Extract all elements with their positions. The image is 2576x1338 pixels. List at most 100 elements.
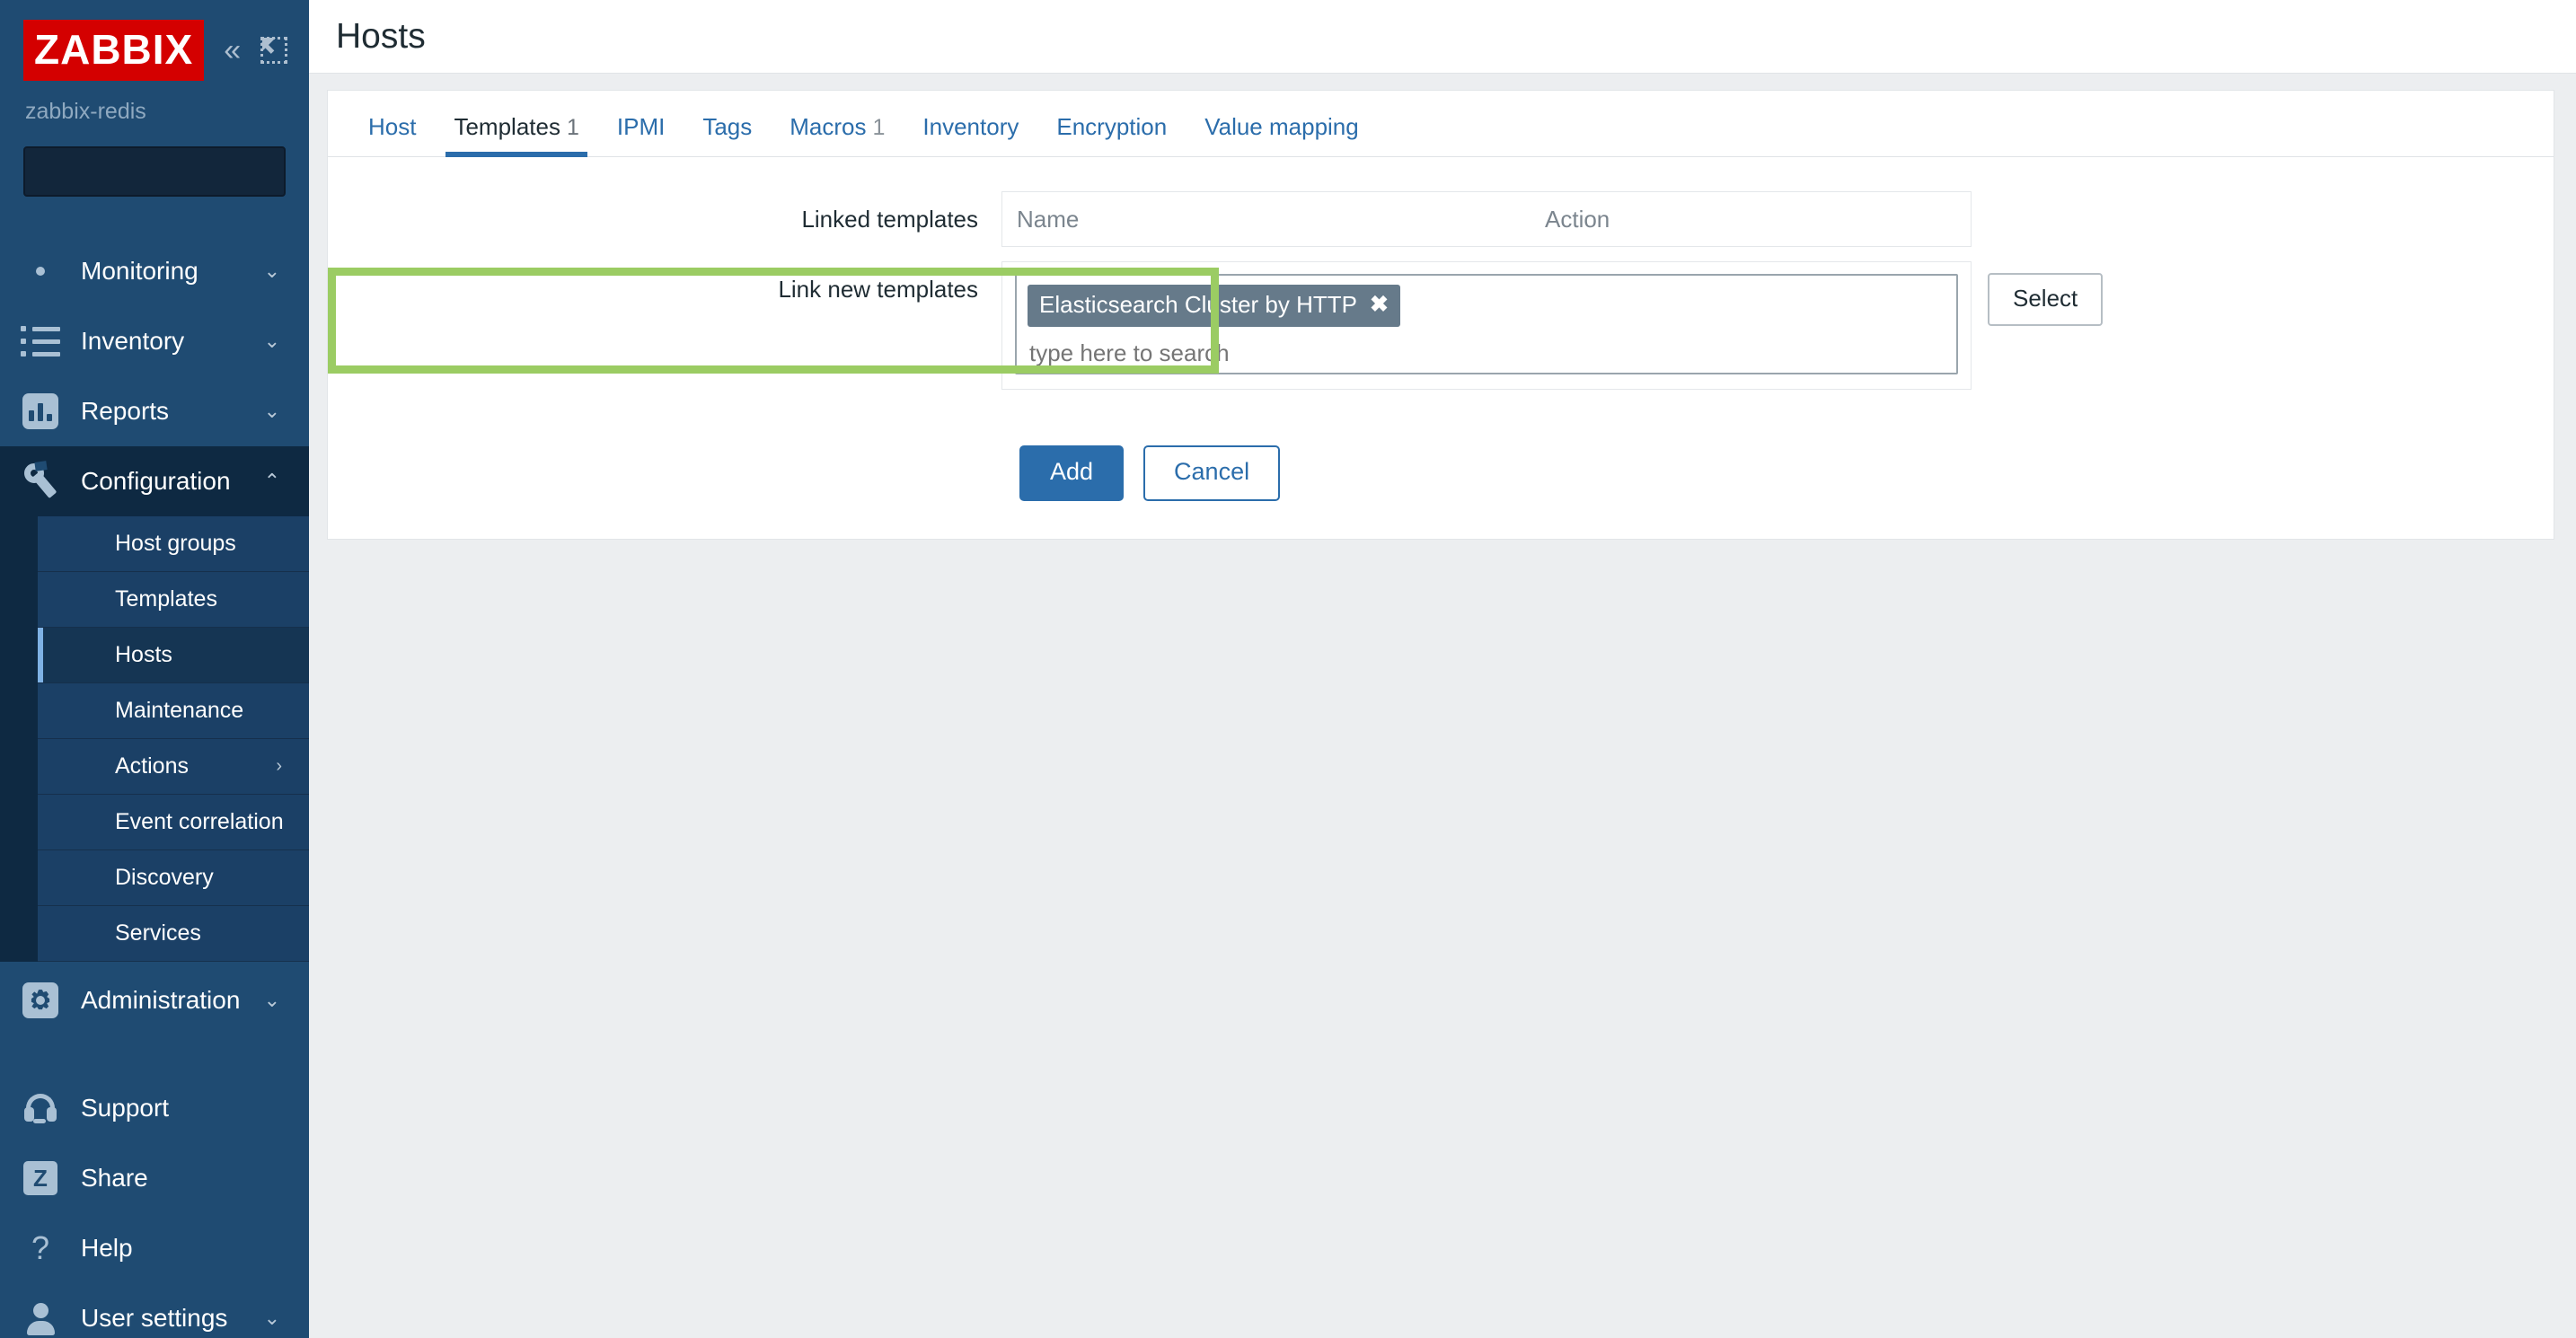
tab-inventory[interactable]: Inventory (904, 113, 1037, 156)
chevron-double-left-icon[interactable]: « (224, 35, 241, 66)
configuration-submenu: Host groups Templates Hosts Maintenance … (0, 516, 309, 962)
sidebar-item-configuration[interactable]: Configuration ⌃ (0, 446, 309, 516)
tab-count: 1 (566, 115, 579, 140)
main-area: Hosts Host Templates 1 IPMI Tags Macros … (309, 0, 2576, 1338)
sidebar-item-templates[interactable]: Templates (38, 572, 309, 628)
eye-icon (20, 251, 61, 292)
templates-form: Linked templates Name Action Link new te… (328, 157, 2554, 501)
template-chip[interactable]: Elasticsearch Cluster by HTTP ✖ (1028, 285, 1400, 327)
chevron-down-icon[interactable]: ⌄ (264, 1308, 280, 1328)
question-mark-icon: ? (31, 1229, 50, 1266)
chevron-up-icon[interactable]: ⌃ (264, 471, 280, 491)
host-edit-card: Host Templates 1 IPMI Tags Macros 1 Inve… (327, 90, 2554, 540)
compact-glyph (260, 37, 288, 64)
linked-templates-label: Linked templates (801, 206, 978, 233)
sidebar-nav: Monitoring ⌄ Inventory ⌄ Reports ⌄ Confi… (0, 236, 309, 1338)
template-search-input[interactable] (1028, 339, 1945, 367)
sidebar-item-inventory[interactable]: Inventory ⌄ (0, 306, 309, 376)
zabbix-share-icon: Z (20, 1158, 61, 1199)
sidebar-header: ZABBIX « zabbix-redis (0, 0, 309, 197)
sidebar-item-label: User settings (81, 1304, 228, 1332)
sidebar-search (23, 146, 309, 197)
multiselect-container: Elasticsearch Cluster by HTTP ✖ (1001, 261, 1972, 390)
sidebar-item-administration[interactable]: Administration ⌄ (0, 965, 309, 1035)
sidebar-item-actions[interactable]: Actions › (38, 739, 309, 795)
sidebar: ZABBIX « zabbix-redis Monitoring ⌄ Inven… (0, 0, 309, 1338)
sidebar-item-event-correlation[interactable]: Event correlation (38, 795, 309, 850)
compact-view-icon[interactable] (260, 37, 288, 64)
tab-tags[interactable]: Tags (684, 113, 771, 156)
gear-icon (20, 980, 61, 1021)
sidebar-item-label: Reports (81, 397, 170, 425)
zabbix-logo[interactable]: ZABBIX (23, 20, 205, 81)
tab-label: Templates (454, 113, 560, 140)
submenu-label: Hosts (115, 642, 172, 667)
sidebar-item-maintenance[interactable]: Maintenance (38, 683, 309, 739)
chevron-down-icon[interactable]: ⌄ (264, 261, 280, 281)
add-button[interactable]: Add (1019, 445, 1125, 501)
tab-label: Host (368, 113, 417, 140)
sidebar-item-host-groups[interactable]: Host groups (38, 516, 309, 572)
sidebar-item-discovery[interactable]: Discovery (38, 850, 309, 906)
sidebar-item-user-settings[interactable]: User settings ⌄ (0, 1283, 309, 1338)
bar-chart-icon (20, 391, 61, 432)
submenu-label: Event correlation (115, 809, 284, 834)
tab-bar: Host Templates 1 IPMI Tags Macros 1 Inve… (328, 91, 2554, 157)
sidebar-item-support[interactable]: Support (0, 1073, 309, 1143)
chevron-down-icon[interactable]: ⌄ (264, 990, 280, 1010)
tab-templates[interactable]: Templates 1 (435, 113, 597, 157)
content-wrapper: Host Templates 1 IPMI Tags Macros 1 Inve… (309, 74, 2576, 540)
link-new-templates-label: Link new templates (778, 276, 978, 303)
sidebar-item-reports[interactable]: Reports ⌄ (0, 376, 309, 446)
search-input[interactable] (38, 159, 309, 184)
submenu-label: Discovery (115, 865, 214, 890)
submenu-label: Actions (115, 753, 189, 779)
sidebar-item-monitoring[interactable]: Monitoring ⌄ (0, 236, 309, 306)
template-chip-label: Elasticsearch Cluster by HTTP (1039, 291, 1357, 318)
headset-icon (20, 1087, 61, 1129)
list-icon (20, 321, 61, 362)
logo-row: ZABBIX « (23, 20, 288, 81)
sidebar-item-hosts[interactable]: Hosts (38, 628, 309, 683)
tab-label: Macros (790, 113, 867, 140)
tab-label: Value mapping (1204, 113, 1359, 140)
page-header: Hosts (309, 0, 2576, 74)
cancel-button[interactable]: Cancel (1143, 445, 1281, 501)
sidebar-item-label: Help (81, 1234, 133, 1262)
link-new-templates-field: Elasticsearch Cluster by HTTP ✖ Select (1001, 261, 2554, 390)
tab-value-mapping[interactable]: Value mapping (1186, 113, 1378, 156)
sidebar-item-label: Administration (81, 986, 241, 1014)
chevron-right-icon[interactable]: › (276, 756, 282, 777)
sidebar-item-share[interactable]: Z Share (0, 1143, 309, 1213)
column-header-name: Name (1017, 205, 1080, 233)
person-icon (20, 1298, 61, 1338)
tab-count: 1 (872, 115, 886, 140)
submenu-label: Host groups (115, 531, 236, 556)
chevron-down-icon[interactable]: ⌄ (264, 401, 280, 421)
linked-templates-row: Linked templates Name Action (328, 191, 2554, 247)
tab-ipmi[interactable]: IPMI (598, 113, 684, 156)
page-title: Hosts (336, 16, 426, 56)
sidebar-item-label: Monitoring (81, 257, 198, 285)
sidebar-item-help[interactable]: ? Help (0, 1213, 309, 1283)
close-icon[interactable]: ✖ (1370, 294, 1389, 316)
sidebar-item-label: Inventory (81, 327, 185, 355)
tab-host[interactable]: Host (349, 113, 435, 156)
tab-label: Encryption (1056, 113, 1168, 140)
tab-macros[interactable]: Macros 1 (771, 113, 904, 156)
collapse-glyph: « (224, 33, 242, 67)
sidebar-item-label: Share (81, 1164, 148, 1192)
sidebar-item-services[interactable]: Services (38, 906, 309, 962)
template-multiselect[interactable]: Elasticsearch Cluster by HTTP ✖ (1015, 274, 1958, 374)
link-new-templates-row: Link new templates Elasticsearch Cluster… (328, 261, 2554, 390)
server-name: zabbix-redis (25, 99, 146, 124)
tab-label: IPMI (616, 113, 666, 140)
select-button[interactable]: Select (1988, 273, 2104, 326)
submenu-label: Services (115, 920, 201, 946)
chevron-down-icon[interactable]: ⌄ (264, 331, 280, 351)
search-box[interactable] (23, 146, 309, 197)
tab-encryption[interactable]: Encryption (1037, 113, 1186, 156)
tab-label: Inventory (922, 113, 1019, 140)
tab-label: Tags (702, 113, 753, 140)
app-root: ZABBIX « zabbix-redis Monitoring ⌄ Inven… (0, 0, 2576, 1338)
